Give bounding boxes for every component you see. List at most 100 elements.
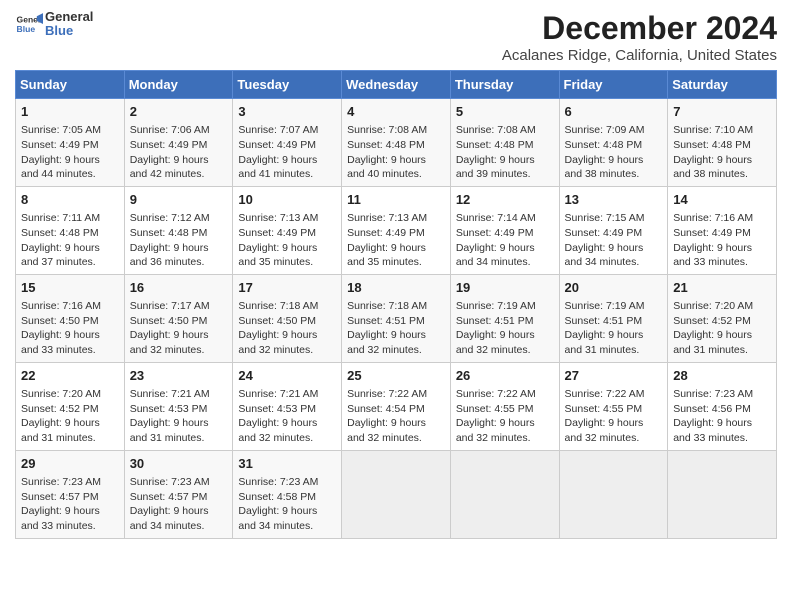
- day-info: Sunrise: 7:09 AM Sunset: 4:48 PM Dayligh…: [565, 123, 663, 182]
- calendar-cell: 16Sunrise: 7:17 AM Sunset: 4:50 PM Dayli…: [124, 274, 233, 362]
- calendar-cell: 13 Sunrise: 7:15 AM Sunset: 4:49 PM Dayli…: [559, 186, 668, 274]
- calendar-week-row: 1Sunrise: 7:05 AM Sunset: 4:49 PM Daylig…: [16, 99, 777, 187]
- day-info: Sunrise: 7:18 AM Sunset: 4:51 PM Dayligh…: [347, 299, 445, 358]
- day-info: Sunrise: 7:13 AM Sunset: 4:49 PM Dayligh…: [238, 211, 336, 270]
- day-info: Sunrise: 7:17 AM Sunset: 4:50 PM Dayligh…: [130, 299, 228, 358]
- calendar-cell: 8 Sunrise: 7:11 AM Sunset: 4:48 PM Daylig…: [16, 186, 125, 274]
- day-info: Sunrise: 7:07 AM Sunset: 4:49 PM Dayligh…: [238, 123, 336, 182]
- calendar-week-row: 29 Sunrise: 7:23 AM Sunset: 4:57 PM Dayli…: [16, 450, 777, 538]
- day-info: Sunrise: 7:15 AM Sunset: 4:49 PM Dayligh…: [565, 211, 663, 270]
- calendar-day-header: Tuesday: [233, 71, 342, 99]
- calendar-cell: 10 Sunrise: 7:13 AM Sunset: 4:49 PM Dayli…: [233, 186, 342, 274]
- day-number: 3: [238, 103, 336, 121]
- calendar-cell: 4 Sunrise: 7:08 AM Sunset: 4:48 PM Daylig…: [342, 99, 451, 187]
- day-number: 29: [21, 455, 119, 473]
- page-subtitle: Acalanes Ridge, California, United State…: [502, 47, 777, 64]
- day-number: 11: [347, 191, 445, 209]
- day-number: 6: [565, 103, 663, 121]
- day-number: 8: [21, 191, 119, 209]
- day-info: Sunrise: 7:20 AM Sunset: 4:52 PM Dayligh…: [21, 387, 119, 446]
- calendar-header-row: SundayMondayTuesdayWednesdayThursdayFrid…: [16, 71, 777, 99]
- calendar-day-header: Sunday: [16, 71, 125, 99]
- header: General Blue General Blue December 2024 …: [15, 10, 777, 64]
- calendar-day-header: Wednesday: [342, 71, 451, 99]
- day-number: 18: [347, 279, 445, 297]
- day-info: Sunrise: 7:06 AM Sunset: 4:49 PM Dayligh…: [130, 123, 228, 182]
- day-number: 25: [347, 367, 445, 385]
- day-number: 5: [456, 103, 554, 121]
- day-info: Sunrise: 7:23 AM Sunset: 4:56 PM Dayligh…: [673, 387, 771, 446]
- day-number: 15: [21, 279, 119, 297]
- day-number: 19: [456, 279, 554, 297]
- calendar-cell: 15 Sunrise: 7:16 AM Sunset: 4:50 PM Dayli…: [16, 274, 125, 362]
- day-number: 22: [21, 367, 119, 385]
- day-number: 10: [238, 191, 336, 209]
- svg-text:Blue: Blue: [17, 24, 36, 34]
- calendar-cell: 12 Sunrise: 7:14 AM Sunset: 4:49 PM Dayli…: [450, 186, 559, 274]
- day-info: Sunrise: 7:16 AM Sunset: 4:50 PM Dayligh…: [21, 299, 119, 358]
- calendar-cell: 27 Sunrise: 7:22 AM Sunset: 4:55 PM Dayli…: [559, 362, 668, 450]
- calendar-week-row: 15 Sunrise: 7:16 AM Sunset: 4:50 PM Dayli…: [16, 274, 777, 362]
- day-info: Sunrise: 7:16 AM Sunset: 4:49 PM Dayligh…: [673, 211, 771, 270]
- day-info: Sunrise: 7:21 AM Sunset: 4:53 PM Dayligh…: [238, 387, 336, 446]
- day-number: 9: [130, 191, 228, 209]
- page-title: December 2024: [502, 10, 777, 47]
- calendar-cell: 5 Sunrise: 7:08 AM Sunset: 4:48 PM Daylig…: [450, 99, 559, 187]
- day-number: 21: [673, 279, 771, 297]
- logo-text-line1: General: [45, 10, 93, 24]
- calendar-cell: [450, 450, 559, 538]
- calendar-cell: 25 Sunrise: 7:22 AM Sunset: 4:54 PM Dayli…: [342, 362, 451, 450]
- calendar-cell: 19 Sunrise: 7:19 AM Sunset: 4:51 PM Dayli…: [450, 274, 559, 362]
- day-info: Sunrise: 7:22 AM Sunset: 4:55 PM Dayligh…: [565, 387, 663, 446]
- day-number: 7: [673, 103, 771, 121]
- calendar-cell: 18 Sunrise: 7:18 AM Sunset: 4:51 PM Dayli…: [342, 274, 451, 362]
- day-number: 4: [347, 103, 445, 121]
- calendar-cell: 9Sunrise: 7:12 AM Sunset: 4:48 PM Daylig…: [124, 186, 233, 274]
- logo: General Blue General Blue: [15, 10, 93, 39]
- calendar-cell: 28 Sunrise: 7:23 AM Sunset: 4:56 PM Dayli…: [668, 362, 777, 450]
- calendar-cell: 2Sunrise: 7:06 AM Sunset: 4:49 PM Daylig…: [124, 99, 233, 187]
- day-number: 13: [565, 191, 663, 209]
- logo-text-line2: Blue: [45, 24, 93, 38]
- day-info: Sunrise: 7:14 AM Sunset: 4:49 PM Dayligh…: [456, 211, 554, 270]
- day-info: Sunrise: 7:05 AM Sunset: 4:49 PM Dayligh…: [21, 123, 119, 182]
- calendar-cell: [342, 450, 451, 538]
- calendar-cell: [668, 450, 777, 538]
- day-info: Sunrise: 7:13 AM Sunset: 4:49 PM Dayligh…: [347, 211, 445, 270]
- logo-icon: General Blue: [15, 10, 43, 38]
- calendar-body: 1Sunrise: 7:05 AM Sunset: 4:49 PM Daylig…: [16, 99, 777, 539]
- day-info: Sunrise: 7:08 AM Sunset: 4:48 PM Dayligh…: [347, 123, 445, 182]
- day-number: 12: [456, 191, 554, 209]
- calendar-cell: 20Sunrise: 7:19 AM Sunset: 4:51 PM Dayli…: [559, 274, 668, 362]
- calendar-cell: 21Sunrise: 7:20 AM Sunset: 4:52 PM Dayli…: [668, 274, 777, 362]
- calendar-cell: 14 Sunrise: 7:16 AM Sunset: 4:49 PM Dayli…: [668, 186, 777, 274]
- calendar-day-header: Monday: [124, 71, 233, 99]
- day-number: 23: [130, 367, 228, 385]
- day-number: 30: [130, 455, 228, 473]
- day-info: Sunrise: 7:22 AM Sunset: 4:54 PM Dayligh…: [347, 387, 445, 446]
- title-block: December 2024 Acalanes Ridge, California…: [502, 10, 777, 64]
- day-info: Sunrise: 7:18 AM Sunset: 4:50 PM Dayligh…: [238, 299, 336, 358]
- calendar-cell: 7 Sunrise: 7:10 AM Sunset: 4:48 PM Daylig…: [668, 99, 777, 187]
- day-info: Sunrise: 7:08 AM Sunset: 4:48 PM Dayligh…: [456, 123, 554, 182]
- calendar-cell: 26Sunrise: 7:22 AM Sunset: 4:55 PM Dayli…: [450, 362, 559, 450]
- calendar-cell: 29 Sunrise: 7:23 AM Sunset: 4:57 PM Dayli…: [16, 450, 125, 538]
- day-info: Sunrise: 7:23 AM Sunset: 4:58 PM Dayligh…: [238, 475, 336, 534]
- day-info: Sunrise: 7:11 AM Sunset: 4:48 PM Dayligh…: [21, 211, 119, 270]
- day-info: Sunrise: 7:22 AM Sunset: 4:55 PM Dayligh…: [456, 387, 554, 446]
- day-info: Sunrise: 7:21 AM Sunset: 4:53 PM Dayligh…: [130, 387, 228, 446]
- day-number: 27: [565, 367, 663, 385]
- day-info: Sunrise: 7:19 AM Sunset: 4:51 PM Dayligh…: [456, 299, 554, 358]
- calendar-cell: 3 Sunrise: 7:07 AM Sunset: 4:49 PM Daylig…: [233, 99, 342, 187]
- calendar-week-row: 8 Sunrise: 7:11 AM Sunset: 4:48 PM Daylig…: [16, 186, 777, 274]
- day-info: Sunrise: 7:23 AM Sunset: 4:57 PM Dayligh…: [21, 475, 119, 534]
- calendar-table: SundayMondayTuesdayWednesdayThursdayFrid…: [15, 70, 777, 539]
- calendar-cell: [559, 450, 668, 538]
- calendar-day-header: Friday: [559, 71, 668, 99]
- day-number: 28: [673, 367, 771, 385]
- day-info: Sunrise: 7:10 AM Sunset: 4:48 PM Dayligh…: [673, 123, 771, 182]
- calendar-cell: 30Sunrise: 7:23 AM Sunset: 4:57 PM Dayli…: [124, 450, 233, 538]
- day-info: Sunrise: 7:19 AM Sunset: 4:51 PM Dayligh…: [565, 299, 663, 358]
- calendar-cell: 17Sunrise: 7:18 AM Sunset: 4:50 PM Dayli…: [233, 274, 342, 362]
- day-number: 14: [673, 191, 771, 209]
